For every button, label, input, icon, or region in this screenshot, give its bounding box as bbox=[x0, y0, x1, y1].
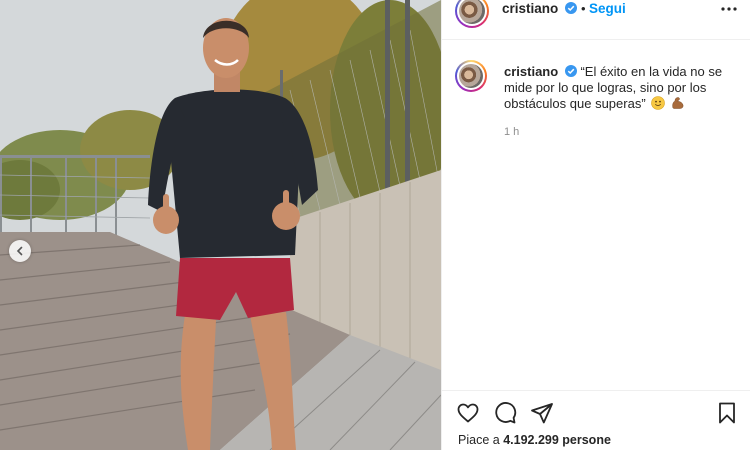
post-media[interactable] bbox=[0, 0, 441, 450]
comment-bubble-icon[interactable] bbox=[493, 401, 517, 425]
verified-badge-icon bbox=[565, 2, 578, 14]
header-username[interactable]: cristiano bbox=[502, 1, 578, 16]
caption-avatar[interactable] bbox=[455, 60, 487, 92]
likes-suffix: persone bbox=[562, 433, 611, 447]
avatar[interactable] bbox=[455, 0, 489, 28]
smiling-face-emoji bbox=[651, 96, 666, 110]
paper-plane-icon[interactable] bbox=[530, 401, 554, 425]
follow-button[interactable]: Segui bbox=[589, 1, 626, 16]
separator-dot: • bbox=[581, 1, 586, 16]
bookmark-icon[interactable] bbox=[715, 401, 739, 425]
caption-text-block: cristiano “El éxito en la vida no se mid… bbox=[504, 64, 744, 112]
flexed-biceps-emoji bbox=[672, 97, 684, 109]
likes-summary[interactable]: Piace a 4.192.299 persone bbox=[458, 433, 611, 447]
chevron-left-icon bbox=[16, 246, 23, 256]
post-timestamp[interactable]: 1 h bbox=[504, 126, 519, 138]
verified-badge-icon bbox=[564, 65, 577, 77]
likes-prefix: Piace a bbox=[458, 433, 500, 447]
post-header: cristiano • Segui bbox=[442, 0, 750, 40]
likes-count: 4.192.299 bbox=[503, 433, 559, 447]
more-options-icon[interactable] bbox=[720, 4, 738, 14]
previous-photo-button[interactable] bbox=[9, 240, 31, 262]
caption-username[interactable]: cristiano bbox=[504, 64, 558, 79]
post-actions-bar: Piace a 4.192.299 persone bbox=[442, 390, 750, 450]
post-photo bbox=[0, 0, 441, 450]
heart-icon[interactable] bbox=[456, 401, 480, 425]
post-sidebar: cristiano • Segui cristiano “El éxito en… bbox=[441, 0, 750, 450]
